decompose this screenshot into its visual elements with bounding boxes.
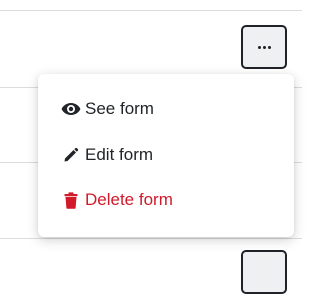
pencil-icon bbox=[61, 146, 81, 164]
ellipsis-icon bbox=[257, 45, 271, 49]
more-actions-button[interactable] bbox=[241, 250, 287, 294]
menu-item-label: Edit form bbox=[85, 145, 154, 164]
more-actions-button[interactable] bbox=[241, 25, 287, 69]
menu-item-delete-form[interactable]: Delete form bbox=[61, 190, 173, 210]
menu-item-label: See form bbox=[85, 99, 154, 118]
row-actions-menu: See form Edit form Delete form bbox=[38, 74, 294, 237]
menu-item-edit-form[interactable]: Edit form bbox=[61, 145, 153, 165]
menu-item-see-form[interactable]: See form bbox=[61, 99, 154, 119]
trash-icon bbox=[61, 191, 81, 209]
menu-item-label: Delete form bbox=[85, 190, 173, 209]
row-divider bbox=[0, 10, 302, 11]
row-divider bbox=[0, 238, 302, 239]
eye-icon bbox=[61, 100, 81, 118]
